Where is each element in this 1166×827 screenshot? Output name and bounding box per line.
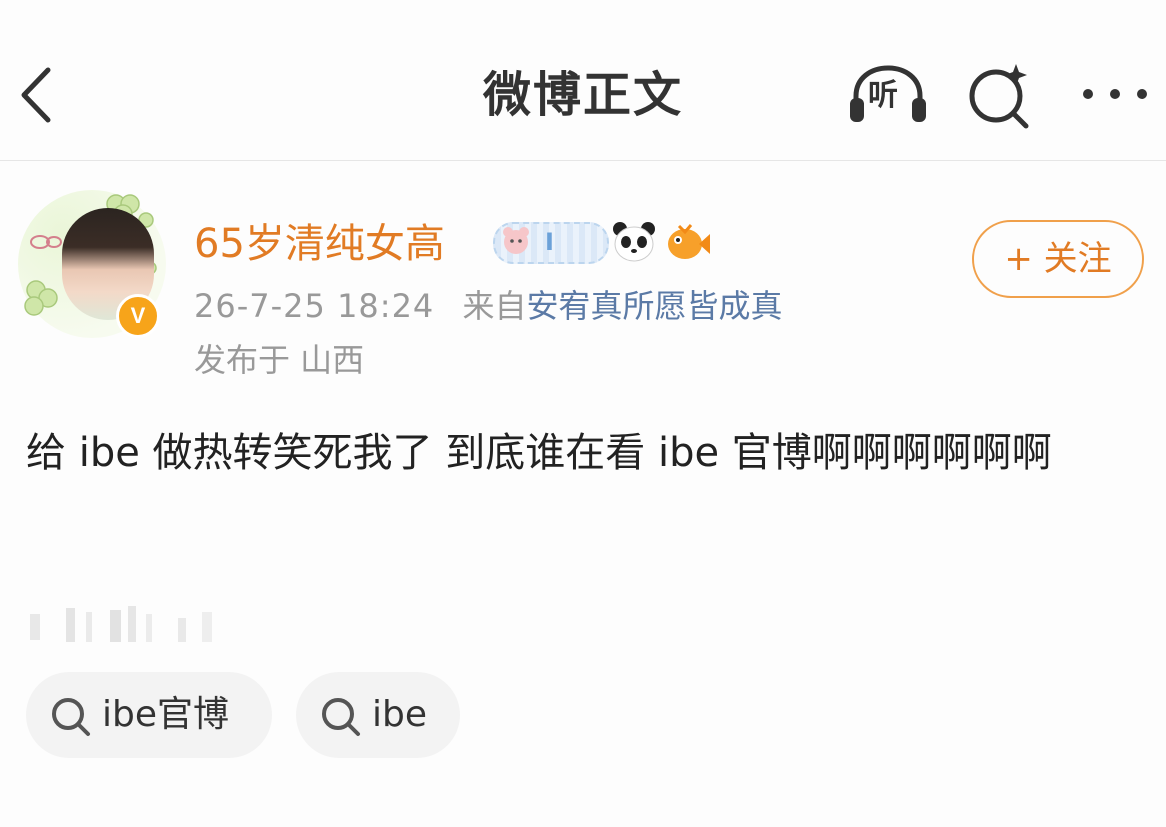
verified-badge: V — [116, 294, 160, 338]
source-prefix: 来自 — [462, 287, 527, 325]
fish-icon — [668, 224, 710, 259]
follow-button[interactable]: + 关注 — [972, 220, 1144, 298]
fan-badge-text: I — [545, 228, 554, 256]
fan-badge[interactable]: I — [493, 222, 609, 264]
topic-label: ibe — [372, 694, 428, 735]
avatar[interactable]: V — [18, 190, 166, 340]
search-icon — [52, 698, 90, 736]
faded-content-strip — [30, 606, 212, 642]
listen-label[interactable]: 听 — [868, 80, 898, 112]
bear-sticker-icon — [503, 227, 529, 254]
panda-icon — [613, 222, 655, 262]
top-bar: 微博正文 听 — [0, 0, 1166, 161]
post-time: 26-7-25 18:24 — [194, 287, 435, 325]
header-divider — [0, 160, 1166, 161]
topic-chip-ibe[interactable]: ibe — [296, 672, 460, 758]
topic-chip-ibe-official[interactable]: ibe官博 — [26, 672, 272, 758]
author-name[interactable]: 65岁清纯女高 — [194, 218, 445, 270]
post-text: 给 ibe 做热转笑死我了 到底谁在看 ibe 官博啊啊啊啊啊啊 — [26, 430, 1052, 476]
post-source-link[interactable]: 安宥真所愿皆成真 — [526, 287, 782, 325]
post-meta: 26-7-25 18:24 来自安宥真所愿皆成真 — [194, 284, 782, 328]
topic-label: ibe官博 — [102, 694, 230, 735]
more-options-icon[interactable] — [1080, 84, 1150, 104]
post-location: 发布于 山西 — [194, 341, 365, 379]
search-icon[interactable] — [966, 60, 1036, 130]
search-icon — [322, 698, 360, 736]
